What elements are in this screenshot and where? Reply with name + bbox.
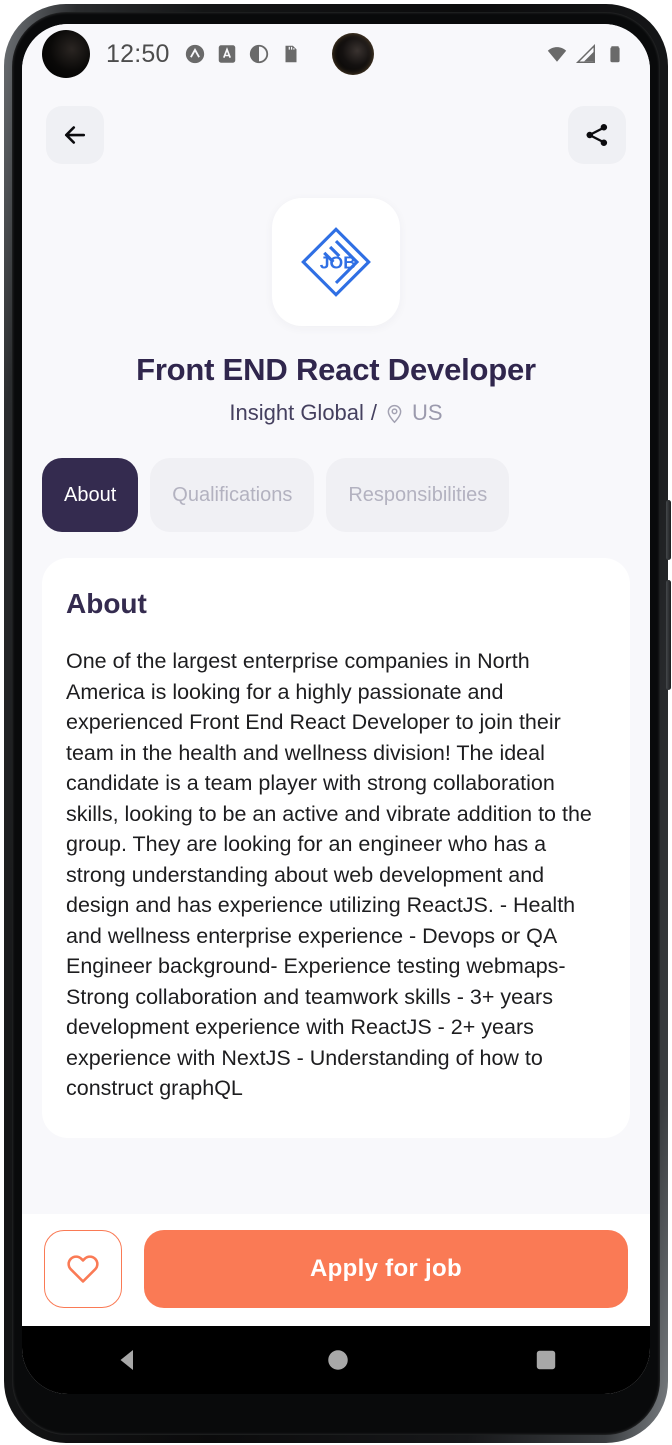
cellular-signal-icon: [575, 43, 595, 63]
circle-chevron-icon: [185, 44, 204, 64]
share-icon: [586, 124, 608, 146]
about-card: About One of the largest enterprise comp…: [42, 558, 630, 1138]
page-title: Front END React Developer: [136, 352, 536, 387]
power-button[interactable]: [666, 580, 671, 690]
app-top-bar: [22, 84, 650, 164]
status-clock: 12:50: [106, 39, 170, 68]
status-bar: 12:50: [22, 24, 650, 84]
half-circle-icon: [249, 44, 268, 64]
tab-bar: About Qualifications Responsibilities: [22, 426, 650, 532]
map-pin-icon: [387, 404, 402, 423]
volume-button[interactable]: [666, 500, 671, 560]
content-scroll-area[interactable]: About One of the largest enterprise comp…: [22, 532, 650, 1214]
separator: /: [370, 400, 378, 425]
bottom-action-bar: Apply for job: [22, 1214, 650, 1326]
a-box-icon: [218, 45, 235, 63]
company-name: Insight Global: [229, 400, 364, 425]
front-camera-lens: [331, 33, 374, 75]
back-button[interactable]: [46, 106, 104, 164]
job-header: JOB Front END React Developer Insight Gl…: [22, 164, 650, 426]
android-nav-bar: [22, 1326, 650, 1394]
tab-qualifications[interactable]: Qualifications: [150, 458, 315, 532]
phone-screen: 12:50 JOB Front END React Developer Insi…: [22, 24, 650, 1394]
apply-for-job-button[interactable]: Apply for job: [144, 1230, 628, 1308]
camera-punchhole: [42, 30, 90, 78]
section-title: About: [66, 588, 147, 619]
heart-outline-icon: [67, 1255, 99, 1283]
wifi-icon: [547, 47, 567, 62]
job-logo-icon: JOB: [301, 227, 371, 297]
company-location-row: Insight Global / US: [46, 400, 626, 426]
nav-home-circle-icon[interactable]: [325, 1347, 351, 1373]
arrow-left-icon: [64, 126, 86, 144]
battery-icon: [610, 46, 620, 63]
share-button[interactable]: [568, 106, 626, 164]
tab-about[interactable]: About: [42, 458, 139, 532]
section-body-text: One of the largest enterprise companies …: [66, 649, 592, 1101]
tab-responsibilities[interactable]: Responsibilities: [326, 458, 510, 532]
job-location: US: [412, 400, 443, 425]
nav-back-triangle-icon[interactable]: [113, 1345, 143, 1375]
status-right-icons: [546, 43, 626, 65]
job-logo-text: JOB: [320, 252, 356, 272]
nav-recents-square-icon[interactable]: [533, 1347, 559, 1373]
favorite-button[interactable]: [44, 1230, 122, 1308]
phone-device: 12:50 JOB Front END React Developer Insi…: [0, 0, 672, 1445]
sd-card-icon: [285, 45, 297, 63]
status-icon-group: [184, 43, 302, 65]
company-logo-card: JOB: [272, 198, 400, 326]
